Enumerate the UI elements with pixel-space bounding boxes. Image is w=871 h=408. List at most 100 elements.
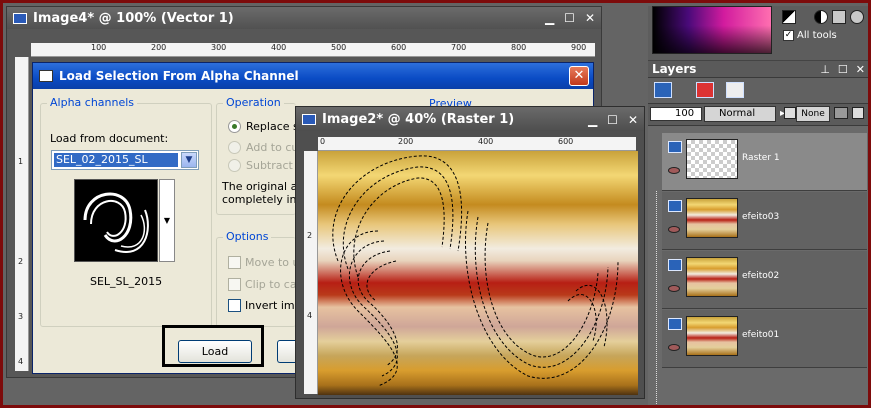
operation-label: Operation <box>223 96 284 109</box>
all-tools-checkbox[interactable]: ✓ <box>783 30 794 41</box>
blend-mode-select[interactable]: Normal <box>704 106 785 122</box>
layer-name: efeito03 <box>742 212 780 222</box>
image-canvas[interactable] <box>318 151 638 395</box>
ruler-tick: 2 <box>307 231 313 240</box>
image2-window-controls: ▁ ☐ ✕ <box>588 113 638 127</box>
subtract-selection-radio[interactable] <box>228 159 241 172</box>
layer-name: efeito02 <box>742 271 780 281</box>
color-spectrum[interactable] <box>652 6 772 54</box>
selection-marquee <box>332 155 619 387</box>
ruler-tick: 100 <box>91 43 107 52</box>
image4-titlebar[interactable]: Image4* @ 100% (Vector 1) <box>7 7 601 29</box>
layer-name: efeito01 <box>742 330 780 340</box>
close-icon[interactable]: ✕ <box>856 63 865 76</box>
image-window-icon <box>13 12 27 24</box>
image2-horizontal-ruler: 0 200 400 600 <box>318 137 636 151</box>
ruler-tick: 400 <box>271 43 287 52</box>
delete-layer-icon[interactable] <box>696 82 714 98</box>
all-tools-label: All tools <box>797 30 837 41</box>
thumbnail-dropdown-button[interactable]: ▼ <box>159 179 175 262</box>
layers-toolbar <box>648 78 868 104</box>
new-layer-icon[interactable] <box>654 82 672 98</box>
image4-vertical-ruler: 1 2 3 4 <box>15 57 29 371</box>
image4-title: Image4* @ 100% (Vector 1) <box>33 10 234 26</box>
raster-layer-icon <box>668 318 682 330</box>
dialog-icon <box>39 70 53 82</box>
layers-title-text: Layers <box>652 62 697 76</box>
layers-panel: Layers ⊥ ☐ ✕ 100 Normal None Raster 1 <box>648 60 868 405</box>
maximize-icon[interactable]: ☐ <box>607 113 618 127</box>
chevron-down-icon[interactable]: ▼ <box>181 152 197 168</box>
visibility-eye-icon[interactable] <box>668 167 680 174</box>
app-frame: Image4* @ 100% (Vector 1) ▁ ☐ ✕ 100 200 … <box>0 0 871 408</box>
image4-window-controls: ▁ ☐ ✕ <box>545 11 595 25</box>
close-icon[interactable]: ✕ <box>585 11 595 25</box>
opacity-field[interactable]: 100 <box>650 107 702 121</box>
mask-option[interactable]: None <box>796 106 830 122</box>
ruler-tick: 800 <box>511 43 527 52</box>
replace-selection-radio[interactable] <box>228 120 241 133</box>
dialog-titlebar[interactable]: Load Selection From Alpha Channel <box>33 63 593 89</box>
ruler-tick: 3 <box>18 312 24 321</box>
swap-colors-icon[interactable] <box>782 10 796 24</box>
ruler-tick: 500 <box>331 43 347 52</box>
visibility-eye-icon[interactable] <box>668 344 680 351</box>
all-tools-toggle[interactable]: ✓ All tools <box>783 30 837 41</box>
maximize-icon[interactable]: ☐ <box>838 63 848 76</box>
minimize-icon[interactable]: ▁ <box>545 11 554 25</box>
link-icon[interactable] <box>784 107 796 119</box>
maximize-icon[interactable]: ☐ <box>564 11 575 25</box>
image-window-icon <box>302 113 316 125</box>
pin-icon[interactable]: ⊥ <box>820 63 830 76</box>
pattern-style-icon[interactable] <box>832 10 846 24</box>
layer-properties-icon[interactable] <box>726 82 744 98</box>
ruler-tick: 1 <box>18 157 24 166</box>
clip-to-canvas-checkbox[interactable] <box>228 278 241 291</box>
layer-thumbnail <box>686 139 738 179</box>
raster-layer-icon <box>668 200 682 212</box>
visibility-eye-icon[interactable] <box>668 226 680 233</box>
visibility-eye-icon[interactable] <box>668 285 680 292</box>
layer-row-efeito01[interactable]: efeito01 <box>662 310 867 368</box>
layer-row-efeito03[interactable]: efeito03 <box>662 192 867 250</box>
load-from-label: Load from document: <box>50 132 169 145</box>
gradient-style-icon[interactable] <box>814 10 828 24</box>
dialog-title: Load Selection From Alpha Channel <box>59 69 299 83</box>
alpha-channels-label: Alpha channels <box>47 96 138 109</box>
layer-tree-line <box>656 191 657 405</box>
layer-thumbnail <box>686 198 738 238</box>
layer-thumbnail <box>686 257 738 297</box>
dialog-close-button[interactable]: ✕ <box>569 66 589 86</box>
ruler-tick: 4 <box>18 357 24 366</box>
document-select[interactable]: SEL_02_2015_SL ▼ <box>51 150 199 170</box>
ruler-tick: 300 <box>211 43 227 52</box>
layer-options-bar: 100 Normal None <box>648 104 868 126</box>
layer-thumbnail <box>686 316 738 356</box>
layer-group-icon[interactable] <box>834 107 848 119</box>
add-to-selection-radio[interactable] <box>228 141 241 154</box>
ruler-tick: 200 <box>151 43 167 52</box>
layers-panel-controls: ⊥ ☐ ✕ <box>820 63 865 76</box>
options-label: Options <box>223 230 272 243</box>
invert-image-checkbox[interactable] <box>228 299 241 312</box>
ruler-tick: 4 <box>307 311 313 320</box>
transparent-style-icon[interactable] <box>850 10 864 24</box>
layer-row-raster-1[interactable]: Raster 1 <box>662 133 867 191</box>
image2-window: Image2* @ 40% (Raster 1) ▁ ☐ ✕ 0 200 400… <box>295 106 645 399</box>
minimize-icon[interactable]: ▁ <box>588 113 597 127</box>
close-icon[interactable]: ✕ <box>628 113 638 127</box>
load-button-highlight <box>162 325 264 367</box>
layer-row-efeito02[interactable]: efeito02 <box>662 251 867 309</box>
image2-vertical-ruler: 2 4 <box>304 151 318 394</box>
secondary-button[interactable] <box>277 340 297 363</box>
materials-panel: ✓ All tools <box>648 6 868 60</box>
ruler-tick: 200 <box>398 137 414 146</box>
alpha-channel-thumbnail <box>74 179 158 262</box>
raster-layer-icon <box>668 141 682 153</box>
lock-icon[interactable] <box>852 107 864 119</box>
layer-name: Raster 1 <box>742 153 780 163</box>
image4-horizontal-ruler: 100 200 300 400 500 600 700 800 900 <box>31 43 595 57</box>
move-to-upper-checkbox[interactable] <box>228 256 241 269</box>
ruler-tick: 700 <box>451 43 467 52</box>
image2-title: Image2* @ 40% (Raster 1) <box>322 111 515 127</box>
